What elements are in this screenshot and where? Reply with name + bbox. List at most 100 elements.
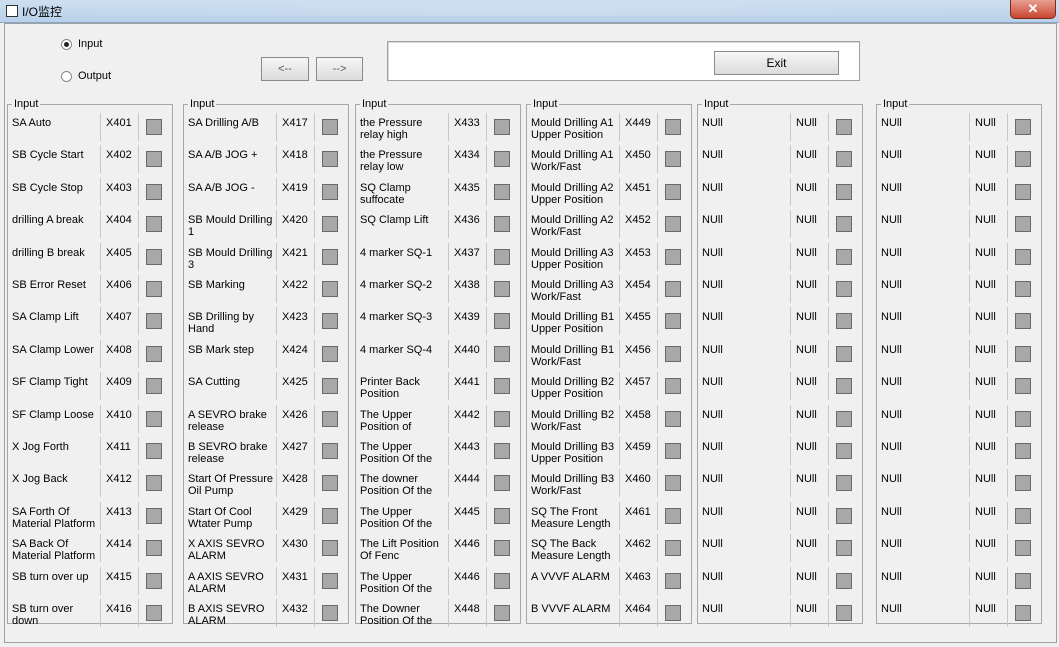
signal-name: Mould Drilling A3 Upper Position bbox=[531, 246, 614, 271]
signal-address: X435 bbox=[454, 181, 480, 194]
cell-divider bbox=[276, 566, 277, 595]
cell-divider bbox=[790, 113, 791, 141]
signal-state-indicator bbox=[665, 410, 681, 427]
signal-name: SF Clamp Tight bbox=[12, 376, 88, 389]
signal-name: SA Clamp Lower bbox=[12, 343, 94, 356]
title-bar: I/O监控 ✕ bbox=[0, 0, 1059, 23]
signal-state-indicator bbox=[1015, 605, 1031, 621]
io-signal-row: SB Drilling by Hand X423 bbox=[184, 305, 348, 337]
group-label: Input bbox=[881, 98, 910, 110]
exit-button[interactable]: Exit bbox=[714, 51, 839, 75]
cell-divider bbox=[969, 145, 970, 174]
signal-address: X440 bbox=[454, 343, 480, 356]
cell-divider bbox=[619, 275, 620, 303]
io-signal-row: X AXIS SEVRO ALARM X430 bbox=[184, 532, 348, 564]
signal-state-indicator bbox=[322, 345, 338, 362]
cell-divider bbox=[790, 599, 791, 627]
signal-address: NUll bbox=[796, 570, 817, 583]
signal-address: X458 bbox=[625, 408, 651, 421]
signal-address: X442 bbox=[454, 408, 480, 421]
cell-divider bbox=[1007, 501, 1008, 530]
signal-state-indicator bbox=[1015, 183, 1031, 200]
io-group-3: Input the Pressure relay high X433 the Pres… bbox=[355, 98, 521, 627]
io-signal-row: NUll NUll bbox=[698, 597, 862, 629]
signal-state-indicator bbox=[665, 378, 681, 395]
cell-divider bbox=[138, 501, 139, 530]
signal-state-indicator bbox=[494, 572, 510, 589]
cell-divider bbox=[486, 210, 487, 239]
cell-divider bbox=[448, 145, 449, 174]
signal-address: NUll bbox=[796, 117, 817, 129]
radio-output[interactable] bbox=[61, 70, 72, 82]
cell-divider bbox=[100, 113, 101, 141]
cell-divider bbox=[100, 437, 101, 465]
io-signal-row: Mould Drilling B1 Work/Fast X456 bbox=[527, 338, 691, 370]
signal-name: SA Drilling A/B bbox=[188, 117, 259, 129]
signal-address: X461 bbox=[625, 505, 651, 518]
signal-state-indicator bbox=[836, 605, 852, 621]
cell-divider bbox=[619, 566, 620, 595]
cell-divider bbox=[448, 372, 449, 401]
signal-name: B AXIS SEVRO ALARM bbox=[188, 603, 265, 627]
io-signal-row: 4 marker SQ-3 X439 bbox=[356, 305, 520, 337]
signal-name: SA Cutting bbox=[188, 376, 240, 389]
cell-divider bbox=[448, 501, 449, 530]
cell-divider bbox=[486, 275, 487, 303]
signal-address: X405 bbox=[106, 246, 132, 259]
cell-divider bbox=[657, 599, 658, 627]
signal-address: X448 bbox=[454, 603, 480, 615]
signal-name: NUll bbox=[881, 538, 902, 551]
cell-divider bbox=[276, 372, 277, 401]
cell-divider bbox=[790, 210, 791, 239]
io-signal-row: SA Clamp Lower X408 bbox=[8, 338, 172, 370]
io-signal-row: Start Of Pressure Oil Pump X428 bbox=[184, 467, 348, 499]
io-signal-row: SQ The Front Measure Length X461 bbox=[527, 500, 691, 532]
signal-name: SB Drilling by Hand bbox=[188, 311, 255, 336]
prev-page-button[interactable]: <-- bbox=[261, 57, 309, 81]
io-signal-row: SF Clamp Tight X409 bbox=[8, 370, 172, 402]
signal-state-indicator bbox=[494, 183, 510, 200]
cell-divider bbox=[657, 534, 658, 563]
signal-name: Printer Back Position bbox=[360, 376, 420, 401]
cell-divider bbox=[1007, 145, 1008, 174]
radio-input-row[interactable]: Input bbox=[61, 38, 102, 50]
group-label: Input bbox=[360, 98, 389, 110]
io-signal-row: NUll NUll bbox=[877, 176, 1041, 208]
signal-address: X439 bbox=[454, 311, 480, 324]
signal-name: SB Mould Drilling 3 bbox=[188, 246, 273, 271]
signal-name: drilling A break bbox=[12, 214, 84, 227]
signal-name: The Upper Position Of the bbox=[360, 570, 433, 595]
signal-state-indicator bbox=[665, 345, 681, 362]
cell-divider bbox=[1007, 307, 1008, 336]
signal-state-indicator bbox=[146, 216, 162, 233]
radio-output-row[interactable]: Output bbox=[61, 70, 111, 82]
signal-name: The Lift Position Of Fenc bbox=[360, 538, 439, 563]
signal-address: NUll bbox=[796, 343, 817, 356]
signal-state-indicator bbox=[494, 216, 510, 233]
cell-divider bbox=[486, 177, 487, 206]
cell-divider bbox=[138, 210, 139, 239]
signal-address: X441 bbox=[454, 376, 480, 389]
signal-name: NUll bbox=[702, 505, 723, 518]
signal-name: Mould Drilling B3 Work/Fast bbox=[531, 473, 615, 498]
cell-divider bbox=[486, 242, 487, 271]
io-signal-row: NUll NUll bbox=[698, 111, 862, 143]
io-signal-row: X Jog Back X412 bbox=[8, 467, 172, 499]
signal-name: NUll bbox=[881, 570, 902, 583]
signal-address: X449 bbox=[625, 117, 651, 129]
signal-name: Mould Drilling B1 Work/Fast bbox=[531, 343, 615, 368]
io-signal-row: NUll NUll bbox=[877, 467, 1041, 499]
cell-divider bbox=[276, 145, 277, 174]
io-signal-row: NUll NUll bbox=[698, 467, 862, 499]
group-label: Input bbox=[12, 98, 41, 110]
signal-state-indicator bbox=[322, 216, 338, 233]
signal-state-indicator bbox=[665, 119, 681, 135]
io-signal-row: NUll NUll bbox=[698, 532, 862, 564]
radio-input[interactable] bbox=[61, 38, 72, 50]
io-signal-row: B SEVRO brake release X427 bbox=[184, 435, 348, 467]
close-button[interactable]: ✕ bbox=[1010, 0, 1056, 19]
signal-address: X428 bbox=[282, 473, 308, 486]
cell-divider bbox=[276, 437, 277, 465]
radio-input-label: Input bbox=[78, 38, 103, 50]
next-page-button[interactable]: --> bbox=[316, 57, 363, 81]
